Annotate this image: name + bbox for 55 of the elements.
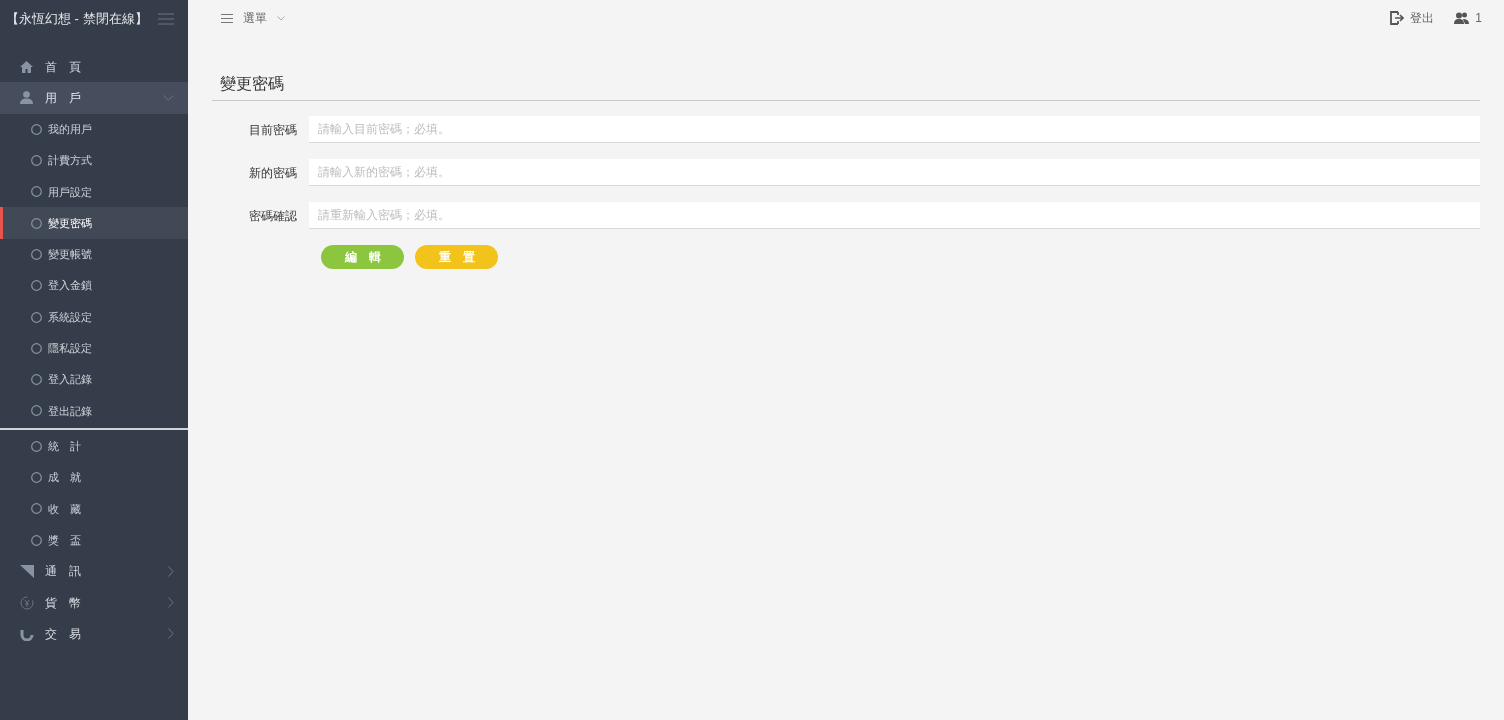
circle-icon: [31, 472, 42, 483]
page-title: 變更密碼: [219, 74, 284, 94]
user-icon: [20, 91, 33, 105]
logout-icon: [1390, 11, 1405, 25]
sidebar-subitem[interactable]: 隱私設定: [0, 332, 188, 364]
sidebar-subitem[interactable]: 變更密碼: [0, 207, 188, 239]
circle-icon: [31, 280, 42, 292]
circle-icon: [31, 217, 42, 229]
circle-icon: [31, 248, 42, 260]
circle-icon: [31, 155, 42, 167]
sidebar-subitem[interactable]: 登入金鎖: [0, 270, 188, 302]
circle-icon: [31, 186, 42, 198]
circle-icon: [31, 405, 42, 417]
sidebar-subitem[interactable]: 登出記錄: [0, 395, 188, 427]
circle-icon: [31, 123, 42, 135]
chevron-down-icon: [277, 15, 285, 21]
chevron-right-icon: [168, 628, 174, 640]
sidebar-subitem[interactable]: 登入記錄: [0, 363, 188, 396]
menu-dropdown[interactable]: 選單: [221, 9, 285, 27]
sidebar-item[interactable]: 交 易: [0, 618, 188, 650]
field-label: 密碼確認: [248, 207, 297, 225]
sidebar-subitem[interactable]: 獎 盃: [0, 524, 188, 556]
sidebar-subitem[interactable]: 變更帳號: [0, 238, 188, 271]
yen-circle-icon: [19, 595, 34, 610]
home-icon: [20, 60, 33, 73]
sidebar-subitem[interactable]: 統 計: [0, 430, 188, 462]
sidebar-subitem[interactable]: 成 就: [0, 461, 188, 494]
sidebar-item[interactable]: 通 訊: [0, 555, 188, 588]
field-label: 目前密碼: [248, 121, 297, 139]
triangle-icon: [19, 564, 34, 578]
sidebar-subitem[interactable]: 計費方式: [0, 144, 188, 177]
chevron-down-icon: [163, 94, 174, 101]
menu-icon: [221, 13, 233, 23]
sidebar-item[interactable]: 用 戶: [0, 82, 188, 114]
circle-icon: [31, 440, 42, 452]
brand-title: 【永恆幻想 - 禁閉在線】: [6, 10, 148, 29]
chevron-right-icon: [168, 565, 174, 577]
circle-icon: [31, 342, 42, 354]
circle-icon: [31, 534, 42, 546]
users-icon: [1454, 11, 1470, 25]
logout-button[interactable]: 登出: [1390, 9, 1435, 27]
field-label: 新的密碼: [248, 164, 297, 182]
circle-icon: [31, 311, 42, 323]
online-users-count: 1: [1475, 10, 1482, 27]
chevron-right-icon: [168, 597, 174, 609]
sidebar-subitem[interactable]: 收 藏: [0, 493, 188, 525]
magnet-icon: [19, 627, 34, 641]
circle-icon: [31, 374, 42, 386]
menu-icon[interactable]: [158, 13, 174, 25]
sidebar-subitem[interactable]: 我的用戶: [0, 113, 188, 145]
circle-icon: [31, 503, 42, 515]
sidebar-item[interactable]: 貨 幣: [0, 587, 188, 619]
sidebar-item[interactable]: 首 頁: [0, 51, 188, 83]
sidebar-subitem[interactable]: 系統設定: [0, 301, 188, 333]
sidebar-subitem[interactable]: 用戶設定: [0, 176, 188, 208]
